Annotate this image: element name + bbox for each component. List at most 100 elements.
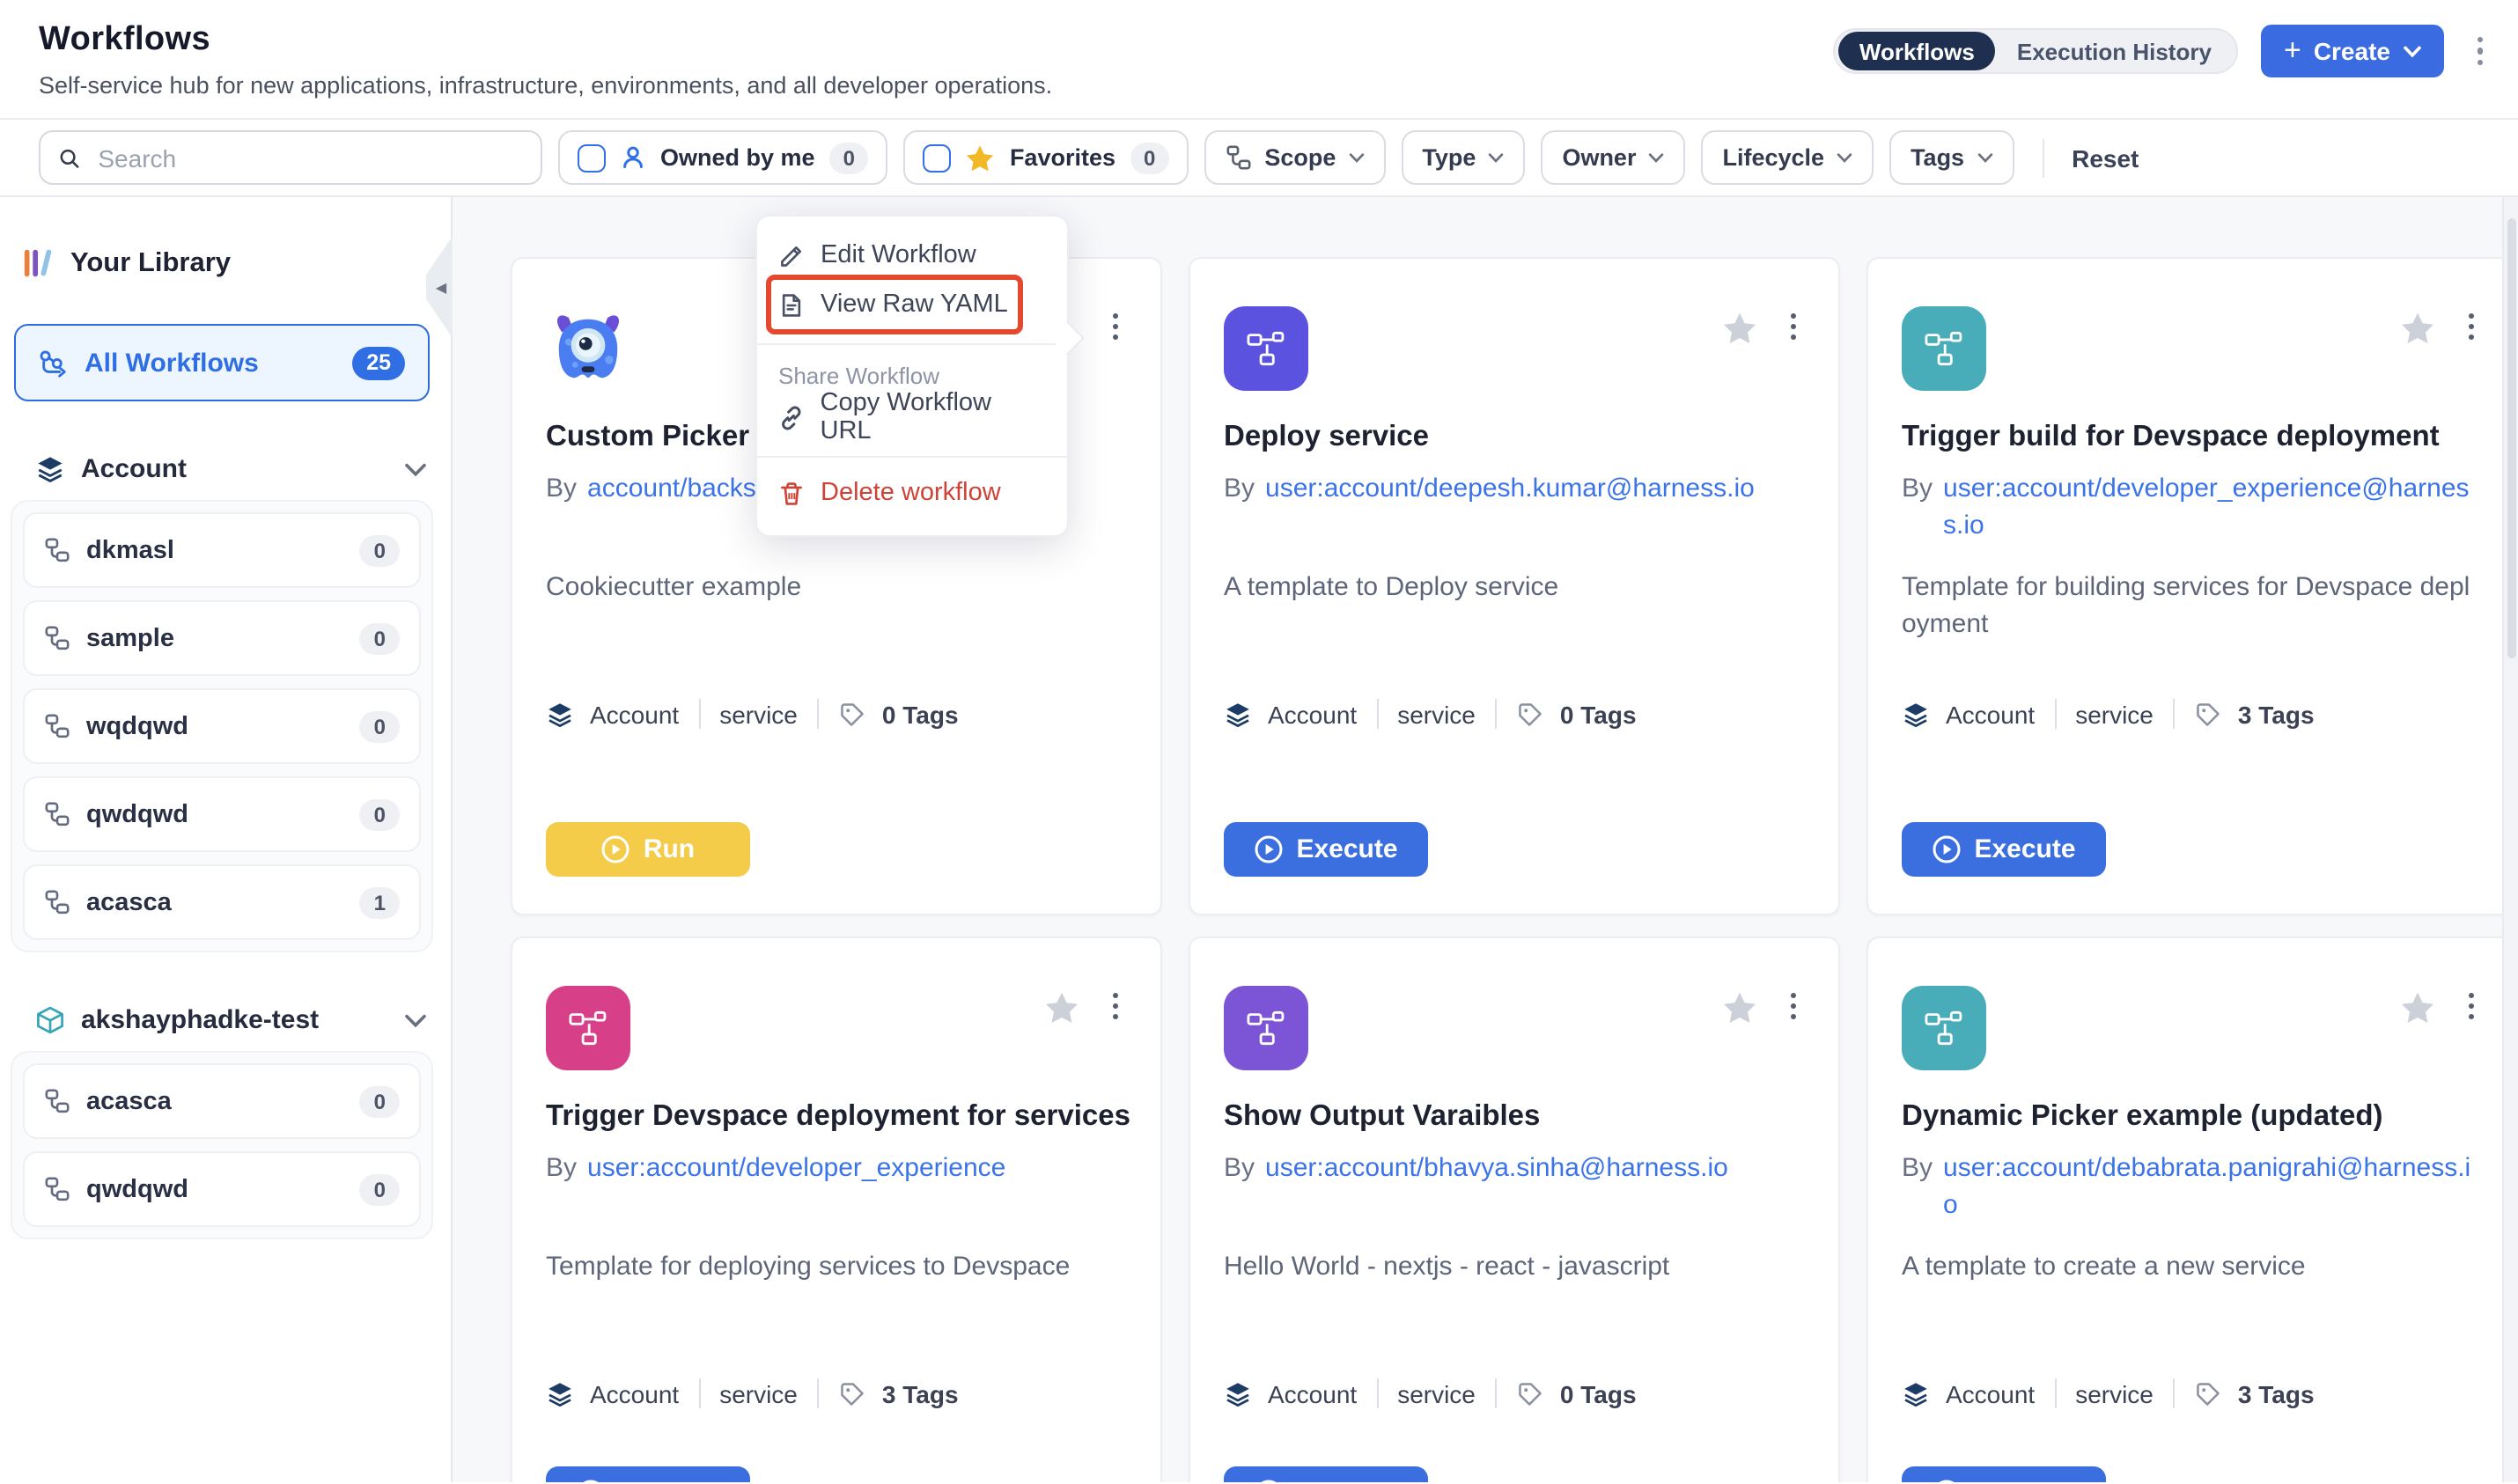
owner-dropdown[interactable]: Owner <box>1541 130 1685 185</box>
lifecycle-dropdown[interactable]: Lifecycle <box>1701 130 1874 185</box>
card-more-options-icon[interactable] <box>1113 308 1118 345</box>
sidebar-item-sample[interactable]: sample 0 <box>23 600 421 676</box>
owner-link[interactable]: account/backs <box>587 470 756 507</box>
workflows-page: Workflows Self-service hub for new appli… <box>0 0 2518 1484</box>
menu-item-copy-workflow-url[interactable]: Copy Workflow URL <box>757 393 1067 442</box>
scope-dropdown[interactable]: Scope <box>1204 130 1385 185</box>
page-header: Workflows Self-service hub for new appli… <box>0 0 2518 118</box>
favorite-star-icon[interactable] <box>1044 991 1079 1025</box>
header-more-options-icon[interactable] <box>2466 30 2493 73</box>
owner-link[interactable]: user:account/bhavya.sinha@harness.io <box>1265 1150 1728 1186</box>
owned-by-me-checkbox[interactable] <box>578 143 606 172</box>
workflow-meta: Account service 3 Tags <box>1902 699 2315 729</box>
share-workflow-heading: Share Workflow <box>757 356 1067 393</box>
workflow-byline: By user:account/deepesh.kumar@harness.io <box>1224 470 1805 507</box>
workflows-icon <box>39 348 69 378</box>
tab-workflows[interactable]: Workflows <box>1838 32 1996 70</box>
owner-link[interactable]: user:account/deepesh.kumar@harness.io <box>1265 470 1755 507</box>
type-label: service <box>2075 1379 2154 1407</box>
sidebar-item-wqdqwd[interactable]: wqdqwd 0 <box>23 688 421 764</box>
run-button[interactable]: Run <box>546 822 750 877</box>
project-count: 1 <box>360 886 400 918</box>
sidebar-item-all-workflows[interactable]: All Workflows 25 <box>14 324 430 401</box>
workflow-title: Trigger build for Devspace deployment <box>1902 421 2440 454</box>
owner-link[interactable]: user:account/debabrata.panigrahi@harness… <box>1943 1150 2483 1223</box>
sidebar-item-dkmasl[interactable]: dkmasl 0 <box>23 512 421 588</box>
execute-button[interactable]: Execute <box>1902 1466 2106 1482</box>
owned-by-me-filter[interactable]: Owned by me 0 <box>558 130 888 185</box>
view-toggle: Workflows Execution History <box>1833 28 2238 74</box>
workflow-title: Custom Picker <box>546 421 749 454</box>
tag-icon <box>2194 700 2222 728</box>
sidebar-item-qwdqwd-2[interactable]: qwdqwd 0 <box>23 1151 421 1227</box>
workflow-description: Cookiecutter example <box>546 569 1127 606</box>
favorite-star-icon[interactable] <box>1722 312 1757 345</box>
workflow-description: Hello World - nextjs - react - javascrip… <box>1224 1248 1805 1285</box>
hierarchy-icon <box>1226 144 1252 171</box>
sidebar-item-qwdqwd[interactable]: qwdqwd 0 <box>23 776 421 852</box>
owner-link[interactable]: user:account/developer_experience@harnes… <box>1943 470 2483 544</box>
workflow-card-show-output-variables: Show Output Varaibles By user:account/bh… <box>1189 937 1840 1482</box>
workflow-byline: By user:account/developer_experience@har… <box>1902 470 2483 544</box>
page-title: Workflows <box>39 21 210 60</box>
menu-item-view-raw-yaml[interactable]: View Raw YAML <box>757 280 1067 329</box>
cube-icon <box>35 1005 65 1035</box>
workflow-meta: Account service 3 Tags <box>546 1378 959 1408</box>
search-icon <box>58 145 80 170</box>
search-field[interactable] <box>39 130 542 185</box>
account-project-list: dkmasl 0 sample 0 wqdqwd 0 qwdqwd 0 <box>11 500 433 952</box>
menu-item-delete-workflow[interactable]: Delete workflow <box>757 468 1067 518</box>
favorite-star-icon[interactable] <box>1722 991 1757 1025</box>
layers-icon <box>1902 700 1930 728</box>
reset-filters-button[interactable]: Reset <box>2072 143 2139 172</box>
owner-link[interactable]: user:account/developer_experience <box>587 1150 1005 1186</box>
create-button[interactable]: + Create <box>2261 25 2443 77</box>
plus-icon: + <box>2284 35 2301 65</box>
favorite-star-icon[interactable] <box>2400 991 2435 1025</box>
library-title: Your Library <box>70 247 231 279</box>
play-icon <box>1932 1479 1962 1482</box>
type-label: service <box>1397 1379 1476 1407</box>
card-more-options-icon[interactable] <box>1791 988 1796 1025</box>
workflow-byline: By user:account/bhavya.sinha@harness.io <box>1224 1150 1805 1186</box>
play-icon <box>1254 834 1284 864</box>
favorite-star-icon[interactable] <box>2400 312 2435 345</box>
all-workflows-count: 25 <box>352 346 405 379</box>
menu-item-edit-workflow[interactable]: Edit Workflow <box>757 231 1067 280</box>
scope-label: Account <box>590 700 679 728</box>
search-input[interactable] <box>94 142 523 173</box>
tags-dropdown[interactable]: Tags <box>1889 130 2014 185</box>
card-more-options-icon[interactable] <box>2469 988 2474 1025</box>
execute-button[interactable]: Execute <box>1224 822 1428 877</box>
workflow-title: Dynamic Picker example (updated) <box>1902 1100 2383 1134</box>
workflow-card-trigger-devspace: Trigger Devspace deployment for services… <box>511 937 1162 1482</box>
sidebar-section-account[interactable]: Account <box>35 454 426 484</box>
tab-execution-history[interactable]: Execution History <box>1996 32 2233 70</box>
favorites-checkbox[interactable] <box>924 143 952 172</box>
workflow-card-deploy-service: Deploy service By user:account/deepesh.k… <box>1189 257 1840 915</box>
card-more-options-icon[interactable] <box>1113 988 1118 1025</box>
execute-button[interactable]: Execute <box>546 1466 750 1482</box>
workflow-title: Deploy service <box>1224 421 1429 454</box>
layers-icon <box>546 1379 574 1407</box>
execute-button[interactable]: Execute <box>1902 822 2106 877</box>
project-count: 0 <box>360 798 400 830</box>
workflow-context-menu: Edit Workflow View Raw YAML Share Workfl… <box>755 215 1069 537</box>
type-dropdown[interactable]: Type <box>1401 130 1525 185</box>
project-icon <box>44 713 70 739</box>
card-more-options-icon[interactable] <box>1791 308 1796 345</box>
sidebar-section-akshayphadke-test[interactable]: akshayphadke-test <box>35 1005 426 1035</box>
project-count: 0 <box>360 622 400 654</box>
execute-button[interactable]: Execute <box>1224 1466 1428 1482</box>
project-icon <box>44 625 70 651</box>
collapse-arrow-icon: ◀ <box>436 279 446 295</box>
sidebar-item-acasca-2[interactable]: acasca 0 <box>23 1063 421 1139</box>
library-header: Your Library <box>0 197 451 280</box>
library-icon <box>21 246 55 280</box>
card-more-options-icon[interactable] <box>2469 308 2474 345</box>
project-icon <box>44 1088 70 1114</box>
scrollbar[interactable] <box>2502 197 2518 1482</box>
sidebar-item-acasca[interactable]: acasca 1 <box>23 864 421 940</box>
favorites-filter[interactable]: Favorites 0 <box>904 130 1189 185</box>
workflow-byline: By user:account/debabrata.panigrahi@harn… <box>1902 1150 2483 1223</box>
